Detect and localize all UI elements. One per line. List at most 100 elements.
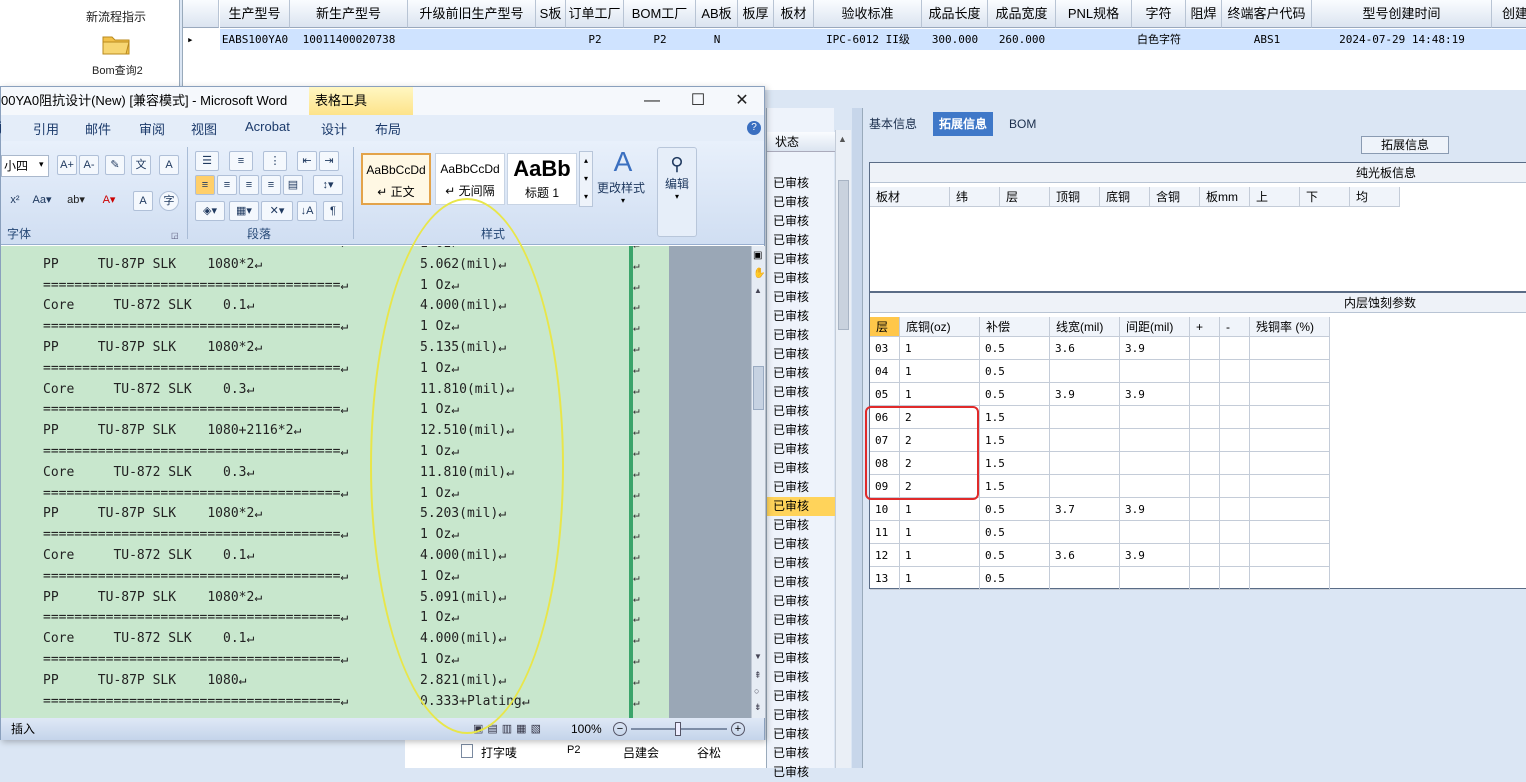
folder-icon[interactable]: [102, 32, 130, 56]
etch-cell[interactable]: 1: [900, 498, 980, 521]
document-body[interactable]: ======================================↵1…: [1, 246, 669, 718]
status-cell[interactable]: 已审核: [767, 668, 835, 687]
etch-cell[interactable]: [1220, 567, 1250, 590]
pure-board-header-cell[interactable]: 板mm: [1200, 187, 1250, 207]
grid-cell[interactable]: [1186, 29, 1222, 50]
etch-cell[interactable]: [1050, 406, 1120, 429]
status-cell[interactable]: 已审核: [767, 174, 835, 193]
zoom-in-icon[interactable]: +: [731, 722, 745, 736]
etch-cell[interactable]: [1220, 429, 1250, 452]
etch-cell[interactable]: [1190, 452, 1220, 475]
pan-hand-icon[interactable]: ✋: [753, 268, 765, 279]
status-cell[interactable]: 已审核: [767, 402, 835, 421]
etch-cell[interactable]: 0.5: [980, 337, 1050, 360]
grid-cell[interactable]: 2024-07-29 14:48:19: [1312, 29, 1492, 50]
etch-cell[interactable]: [1220, 452, 1250, 475]
status-cell[interactable]: 已审核: [767, 706, 835, 725]
scroll-thumb[interactable]: [753, 366, 764, 410]
borders-icon[interactable]: ▦▾: [229, 201, 259, 221]
detail-tab[interactable]: 拓展信息: [933, 112, 994, 136]
highlight-icon[interactable]: ab▾: [61, 191, 91, 211]
etch-cell[interactable]: [1050, 475, 1120, 498]
etch-cell[interactable]: 11: [870, 521, 900, 544]
dialog-launcher-icon[interactable]: ◲: [171, 231, 179, 240]
view-ruler-icon[interactable]: ▣: [753, 250, 762, 261]
pure-board-header-cell[interactable]: 含铜: [1150, 187, 1200, 207]
word-vertical-scrollbar[interactable]: ▣ ✋ ▲ ▼ ⇞ ○ ⇟: [751, 246, 765, 718]
ribbon-tab[interactable]: 审阅: [139, 119, 165, 138]
zoom-slider-thumb[interactable]: [675, 722, 681, 736]
pure-board-header-cell[interactable]: 顶铜: [1050, 187, 1100, 207]
char-shading-icon[interactable]: A: [133, 191, 153, 211]
etch-cell[interactable]: [1190, 337, 1220, 360]
etch-cell[interactable]: [1190, 406, 1220, 429]
scroll-up-icon[interactable]: ▲: [754, 286, 762, 295]
status-cell[interactable]: 已审核: [767, 193, 835, 212]
etch-cell[interactable]: [1250, 406, 1330, 429]
grid-header-cell[interactable]: AB板: [696, 0, 738, 28]
shading-icon[interactable]: ◈▾: [195, 201, 225, 221]
etch-header-cell[interactable]: 层: [870, 317, 900, 337]
etch-cell[interactable]: 3.9: [1050, 383, 1120, 406]
etch-cell[interactable]: 03: [870, 337, 900, 360]
new-flow-link[interactable]: 新流程指示: [86, 8, 146, 25]
grid-header-cell[interactable]: 生产型号: [220, 0, 290, 28]
grid-cell[interactable]: 260.000: [988, 29, 1056, 50]
status-cell[interactable]: 已审核: [767, 687, 835, 706]
etch-cell[interactable]: [1250, 429, 1330, 452]
etch-cell[interactable]: [1050, 521, 1120, 544]
etch-cell[interactable]: [1120, 360, 1190, 383]
etch-header-cell[interactable]: -: [1220, 317, 1250, 337]
grid-header-cell[interactable]: S板: [536, 0, 566, 28]
numbering-icon[interactable]: ≡: [229, 151, 253, 171]
grid-header-cell[interactable]: 创建人: [1492, 0, 1526, 28]
status-cell[interactable]: 已审核: [767, 364, 835, 383]
etch-cell[interactable]: 13: [870, 567, 900, 590]
distributed-icon[interactable]: ▤: [283, 175, 303, 195]
etch-cell[interactable]: 3.9: [1120, 383, 1190, 406]
zoom-out-icon[interactable]: −: [613, 722, 627, 736]
status-scrollbar[interactable]: ▲: [835, 130, 851, 768]
edit-button[interactable]: ⚲ 编辑 ▾: [657, 147, 697, 237]
pure-board-header-cell[interactable]: 板材: [870, 187, 950, 207]
clear-format-icon[interactable]: ✎: [105, 155, 125, 175]
etch-cell[interactable]: 1: [900, 360, 980, 383]
vertical-splitter[interactable]: [852, 108, 862, 768]
etch-header-cell[interactable]: 补偿: [980, 317, 1050, 337]
etch-cell[interactable]: [1250, 498, 1330, 521]
font-color-icon[interactable]: A▾: [95, 191, 123, 211]
align-left-icon[interactable]: ≡: [195, 175, 215, 195]
detail-tab[interactable]: 基本信息: [863, 112, 923, 136]
grid-cell[interactable]: ABS1: [1222, 29, 1312, 50]
etch-cell[interactable]: [1190, 544, 1220, 567]
maximize-icon[interactable]: ☐: [675, 87, 721, 115]
minimize-icon[interactable]: —: [629, 87, 675, 115]
grid-header-cell[interactable]: 板材: [774, 0, 814, 28]
status-cell[interactable]: 已审核: [767, 725, 835, 744]
grid-cell[interactable]: 300.000: [922, 29, 988, 50]
etch-cell[interactable]: 1.5: [980, 406, 1050, 429]
grid-cell[interactable]: P2: [566, 29, 624, 50]
grid-header-cell[interactable]: 字符: [1132, 0, 1186, 28]
status-cell[interactable]: 已审核: [767, 440, 835, 459]
etch-cell[interactable]: [1120, 475, 1190, 498]
etch-cell[interactable]: 3.6: [1050, 337, 1120, 360]
etch-header-cell[interactable]: 底铜(oz): [900, 317, 980, 337]
grid-cell[interactable]: IPC-6012 II级: [814, 29, 922, 50]
etch-cell[interactable]: 1: [900, 521, 980, 544]
etch-cell[interactable]: [1250, 360, 1330, 383]
decrease-indent-icon[interactable]: ⇤: [297, 151, 317, 171]
etch-header-cell[interactable]: +: [1190, 317, 1220, 337]
etch-cell[interactable]: 3.9: [1120, 544, 1190, 567]
etch-cell[interactable]: 1: [900, 383, 980, 406]
close-icon[interactable]: ✕: [719, 87, 764, 115]
etch-cell[interactable]: 0.5: [980, 360, 1050, 383]
etch-cell[interactable]: 0.5: [980, 544, 1050, 567]
chevron-down-icon[interactable]: ▾: [39, 159, 44, 170]
grid-header-cell[interactable]: 终端客户代码: [1222, 0, 1312, 28]
styles-scroll-icon[interactable]: ▴ ▾ ▾: [579, 151, 593, 207]
etch-cell[interactable]: [1250, 567, 1330, 590]
grid-header-cell[interactable]: 成品宽度: [988, 0, 1056, 28]
etch-cell[interactable]: [1050, 360, 1120, 383]
etch-cell[interactable]: [1250, 544, 1330, 567]
